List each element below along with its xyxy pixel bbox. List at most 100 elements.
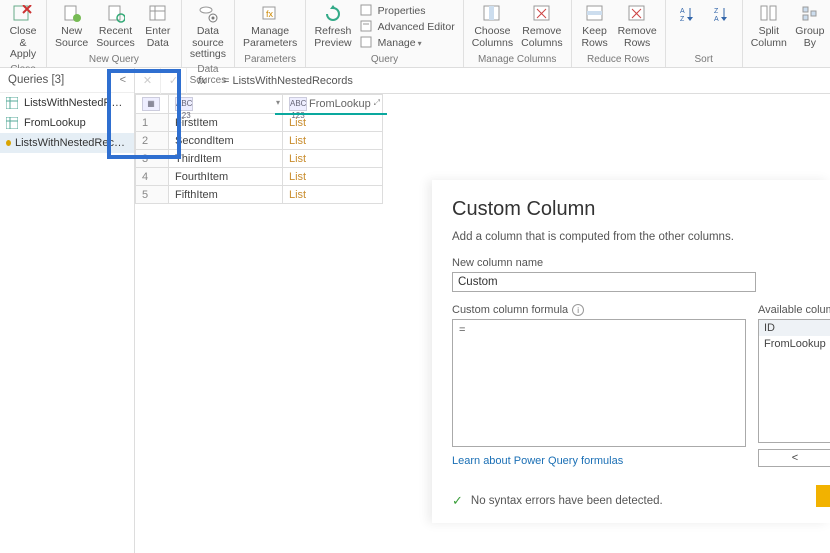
data-source-settings-icon xyxy=(195,4,221,24)
dialog-title: Custom Column xyxy=(452,198,810,221)
keep-rows-button[interactable]: KeepRows xyxy=(576,2,614,51)
close-apply-label: Close &Apply xyxy=(8,26,38,61)
close-apply-icon xyxy=(10,4,36,24)
cell[interactable]: ThirdItem xyxy=(169,150,283,168)
formula-label-row: Custom column formula i xyxy=(452,304,746,316)
chevron-down-icon[interactable]: ▾ xyxy=(276,98,280,107)
cell-link[interactable]: List xyxy=(283,186,383,204)
formula-commit-button[interactable]: ✓ xyxy=(161,68,187,94)
sort-desc-button[interactable]: ZA xyxy=(704,2,738,28)
formula-cancel-button[interactable]: ✕ xyxy=(135,68,161,94)
row-number: 4 xyxy=(136,168,169,186)
recent-sources-button[interactable]: RecentSources xyxy=(92,2,139,51)
custom-formula-label: Custom column formula xyxy=(452,304,568,316)
available-columns-list[interactable]: ID FromLookup xyxy=(758,319,830,443)
advanced-editor-button[interactable]: Advanced Editor xyxy=(358,19,457,35)
remove-rows-button[interactable]: RemoveRows xyxy=(614,2,661,51)
table-row[interactable]: 1FirstItemList xyxy=(136,114,383,132)
new-column-name-input[interactable] xyxy=(452,272,756,292)
available-column-item[interactable]: ID xyxy=(759,320,830,336)
sort-asc-button[interactable]: AZ xyxy=(670,2,704,28)
info-icon[interactable]: i xyxy=(572,304,584,316)
manage-parameters-label: ManageParameters xyxy=(243,26,297,49)
manage-parameters-button[interactable]: fx ManageParameters xyxy=(239,2,301,51)
ribbon-group-query: RefreshPreview Properties Advanced Edito… xyxy=(306,0,463,67)
manage-label: Manage xyxy=(378,37,416,49)
custom-formula-input[interactable]: = xyxy=(452,319,746,447)
formula-bar-text[interactable]: = ListsWithNestedRecords xyxy=(217,75,830,87)
properties-icon xyxy=(360,4,374,18)
sort-asc-icon: AZ xyxy=(674,4,700,24)
insert-column-button[interactable]: < xyxy=(758,449,830,467)
queries-header: Queries [3] < xyxy=(0,68,134,93)
column-header-2[interactable]: ABC123FromLookup⤢ xyxy=(283,95,383,114)
group-by-button[interactable]: GroupBy xyxy=(791,2,829,51)
query-item-label: ListsWithNestedRecords (2) xyxy=(15,137,128,149)
table-row[interactable]: 3ThirdItemList xyxy=(136,150,383,168)
syntax-status-text: No syntax errors have been detected. xyxy=(471,495,810,507)
column-header-1[interactable]: ABC123▾ xyxy=(169,95,283,114)
queries-header-label: Queries [3] xyxy=(8,74,64,86)
ribbon-group-reduce-rows: KeepRows RemoveRows Reduce Rows xyxy=(572,0,666,67)
ribbon-group-close: Close &Apply Close xyxy=(0,0,47,67)
new-source-button[interactable]: NewSource xyxy=(51,2,92,51)
chevron-left-icon[interactable]: < xyxy=(120,74,126,86)
group-label-query: Query xyxy=(310,53,458,65)
remove-rows-label: RemoveRows xyxy=(618,26,657,49)
split-column-button[interactable]: SplitColumn xyxy=(747,2,791,51)
row-number: 3 xyxy=(136,150,169,168)
cell-link[interactable]: List xyxy=(283,132,383,150)
table-icon xyxy=(6,117,18,129)
expand-icon[interactable]: ⤢ xyxy=(374,98,380,108)
available-column-item[interactable]: FromLookup xyxy=(759,336,830,352)
recent-sources-icon xyxy=(103,4,129,24)
keep-rows-icon xyxy=(582,4,608,24)
table-row[interactable]: 5FifthItemList xyxy=(136,186,383,204)
new-source-icon xyxy=(59,4,85,24)
cell[interactable]: SecondItem xyxy=(169,132,283,150)
group-label-transform: Transform xyxy=(747,53,830,65)
cell-link[interactable]: List xyxy=(283,150,383,168)
query-item-2[interactable]: ListsWithNestedRecords (2) xyxy=(0,133,134,153)
fx-icon[interactable]: fx xyxy=(187,75,217,87)
refresh-preview-label: RefreshPreview xyxy=(314,26,351,49)
group-label-reduce-rows: Reduce Rows xyxy=(576,53,661,65)
table-row[interactable]: 2SecondItemList xyxy=(136,132,383,150)
svg-text:Z: Z xyxy=(680,16,685,22)
learn-link[interactable]: Learn about Power Query formulas xyxy=(452,455,623,467)
available-columns-label: Available column xyxy=(758,304,830,316)
ribbon-group-manage-columns: ChooseColumns RemoveColumns Manage Colum… xyxy=(464,0,572,67)
enter-data-icon xyxy=(145,4,171,24)
remove-columns-button[interactable]: RemoveColumns xyxy=(517,2,566,51)
refresh-preview-button[interactable]: RefreshPreview xyxy=(310,2,355,51)
svg-text:fx: fx xyxy=(266,9,274,19)
cell[interactable]: FifthItem xyxy=(169,186,283,204)
row-number: 5 xyxy=(136,186,169,204)
ribbon: Close &Apply Close NewSource RecentSourc… xyxy=(0,0,830,68)
enter-data-button[interactable]: EnterData xyxy=(139,2,177,51)
formula-text: = xyxy=(459,324,465,336)
svg-text:A: A xyxy=(714,16,719,22)
group-label-sort: Sort xyxy=(670,53,738,65)
refresh-icon xyxy=(320,4,346,24)
data-source-settings-label: Data sourcesettings xyxy=(190,26,226,61)
column-selection-indicator xyxy=(275,113,387,115)
remove-rows-icon xyxy=(624,4,650,24)
svg-text:Z: Z xyxy=(714,8,719,15)
properties-button[interactable]: Properties xyxy=(358,3,457,19)
choose-columns-button[interactable]: ChooseColumns xyxy=(468,2,517,51)
close-apply-button[interactable]: Close &Apply xyxy=(4,2,42,63)
chevron-down-icon: ▾ xyxy=(418,39,422,48)
cell-link[interactable]: List xyxy=(283,168,383,186)
query-item-0[interactable]: ListsWithNestedRecords xyxy=(0,93,134,113)
data-source-settings-button[interactable]: Data sourcesettings xyxy=(186,2,230,63)
query-item-1[interactable]: FromLookup xyxy=(0,113,134,133)
insert-button-label: < xyxy=(792,452,798,464)
query-item-label: FromLookup xyxy=(24,117,86,129)
table-row[interactable]: 4FourthItemList xyxy=(136,168,383,186)
ok-button[interactable] xyxy=(816,485,830,507)
cell[interactable]: FourthItem xyxy=(169,168,283,186)
manage-button[interactable]: Manage▾ xyxy=(358,35,457,51)
grid-corner[interactable]: ▦ xyxy=(136,95,169,114)
ribbon-group-transform: SplitColumn GroupBy Data Type: Any▾ Use … xyxy=(743,0,830,67)
